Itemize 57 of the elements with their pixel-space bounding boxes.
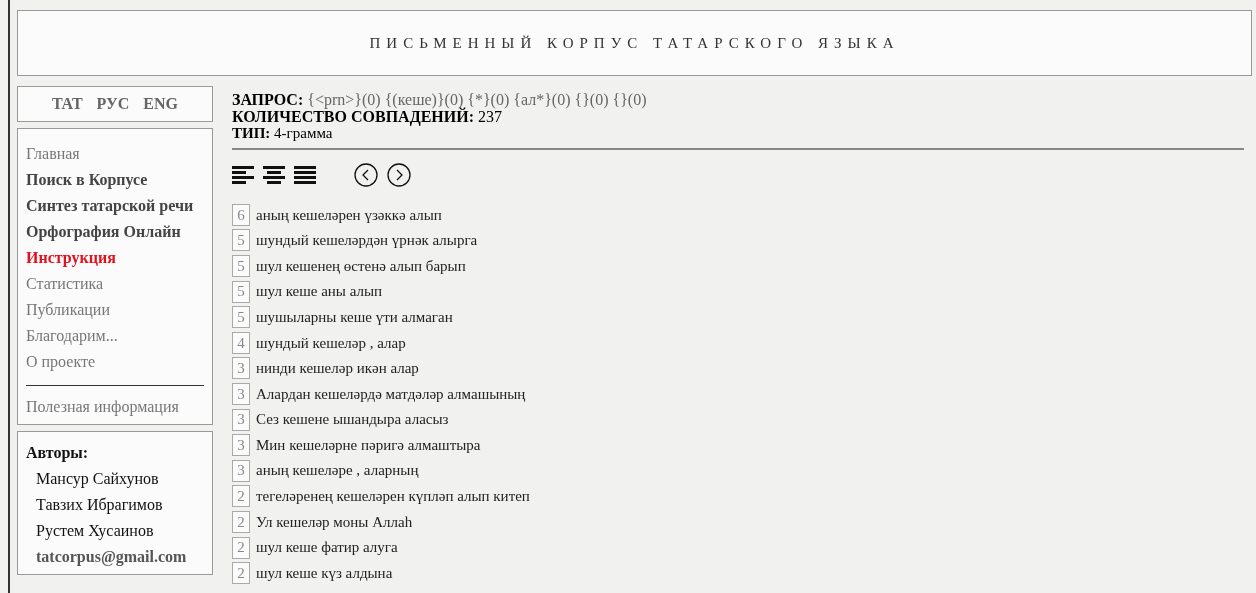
result-text[interactable]: шундый кешеләр , алар xyxy=(256,331,406,354)
author-name: Мансур Сайхунов xyxy=(35,469,160,490)
frequency-count: 5 xyxy=(232,306,250,329)
result-text[interactable]: Ул кешеләр моны Аллаһ xyxy=(256,510,413,534)
author-name: Тавзих Ибрагимов xyxy=(35,495,164,516)
authors-heading: Авторы: xyxy=(26,443,90,464)
frequency-count: 3 xyxy=(232,357,250,380)
result-text[interactable]: тегеләренең кешеләрен күпләп алып китеп xyxy=(256,485,530,508)
nav-link[interactable]: Статистика xyxy=(26,271,204,297)
nav-link[interactable]: Главная xyxy=(26,141,204,167)
result-text[interactable]: шушыларны кеше үти алмаган xyxy=(256,305,453,329)
frequency-count: 2 xyxy=(232,485,250,508)
nav-link[interactable]: Благодарим... xyxy=(26,323,204,349)
previous-icon[interactable] xyxy=(354,163,378,187)
result-text[interactable]: Мин кешеләрне пәригә алмаштыра xyxy=(256,433,481,457)
result-text[interactable]: нинди кешеләр икән алар xyxy=(256,357,419,380)
nav-link[interactable]: Публикации xyxy=(26,297,204,323)
frequency-count: 6 xyxy=(232,203,250,226)
frequency-count: 2 xyxy=(232,562,250,585)
frequency-count: 5 xyxy=(232,280,250,303)
frequency-count: 2 xyxy=(232,510,250,533)
align-left-icon[interactable] xyxy=(232,166,254,184)
result-text[interactable]: шул кеше күз алдына xyxy=(256,561,393,585)
result-text[interactable]: аның кешеләре , аларның xyxy=(256,459,419,482)
align-center-icon[interactable] xyxy=(263,166,285,184)
nav-link[interactable]: Полезная информация xyxy=(26,396,204,418)
nav-link[interactable]: Поиск в Корпусе xyxy=(26,167,204,193)
result-text[interactable]: шул кешенең өстенә алып барып xyxy=(256,254,466,278)
query-line: ЗАПРОС: {<prn>}(0) {(кеше)}(0) {*}(0) {ал*}(0) {}(0) {}(0) xyxy=(232,91,648,108)
frequency-count: 5 xyxy=(232,229,250,252)
email-link[interactable]: tatcorpus@gmail.com xyxy=(26,544,204,570)
frequency-count: 3 xyxy=(232,408,250,431)
result-text[interactable]: шул кеше фатир алуга xyxy=(256,536,398,559)
nav-link[interactable]: О проекте xyxy=(26,349,204,375)
frequency-count: 5 xyxy=(232,255,250,277)
frequency-count: 3 xyxy=(232,459,250,482)
language-link[interactable]: ENG xyxy=(143,92,178,116)
result-text[interactable]: шул кеше аны алып xyxy=(256,280,383,303)
frequency-count: 2 xyxy=(232,536,250,559)
nav-link[interactable]: Инструкция xyxy=(26,245,204,271)
result-text[interactable]: аның кешеләрен үзәккә алып xyxy=(256,203,442,227)
author-name: Рустем Хусаинов xyxy=(35,521,155,542)
match-count: КОЛИЧЕСТВО СОВПАДЕНИЙ: 237 xyxy=(232,108,502,125)
site-title: ПИСЬМЕННЫЙ КОРПУС ТАТАРСКОГО ЯЗЫКА xyxy=(369,33,900,53)
result-text[interactable]: Сез кешене ышандыра аласыз xyxy=(256,408,449,431)
language-link[interactable]: TAT xyxy=(52,92,83,116)
next-icon[interactable] xyxy=(387,163,411,187)
nav-link[interactable]: Синтез татарской речи xyxy=(26,193,204,219)
frequency-count: 3 xyxy=(232,382,250,405)
nav-link[interactable]: Орфография Онлайн xyxy=(26,219,204,245)
align-justify-icon[interactable] xyxy=(294,166,316,184)
frequency-count: 3 xyxy=(232,434,250,457)
result-text[interactable]: Алардан кешеләрдә матдәләр алмашының xyxy=(256,382,526,406)
language-link[interactable]: РУС xyxy=(96,92,130,116)
type-line: ТИП: 4-грамма xyxy=(232,125,334,142)
frequency-count: 4 xyxy=(232,331,250,354)
result-text[interactable]: шундый кешеләрдән үрнәк алырга xyxy=(256,229,478,252)
